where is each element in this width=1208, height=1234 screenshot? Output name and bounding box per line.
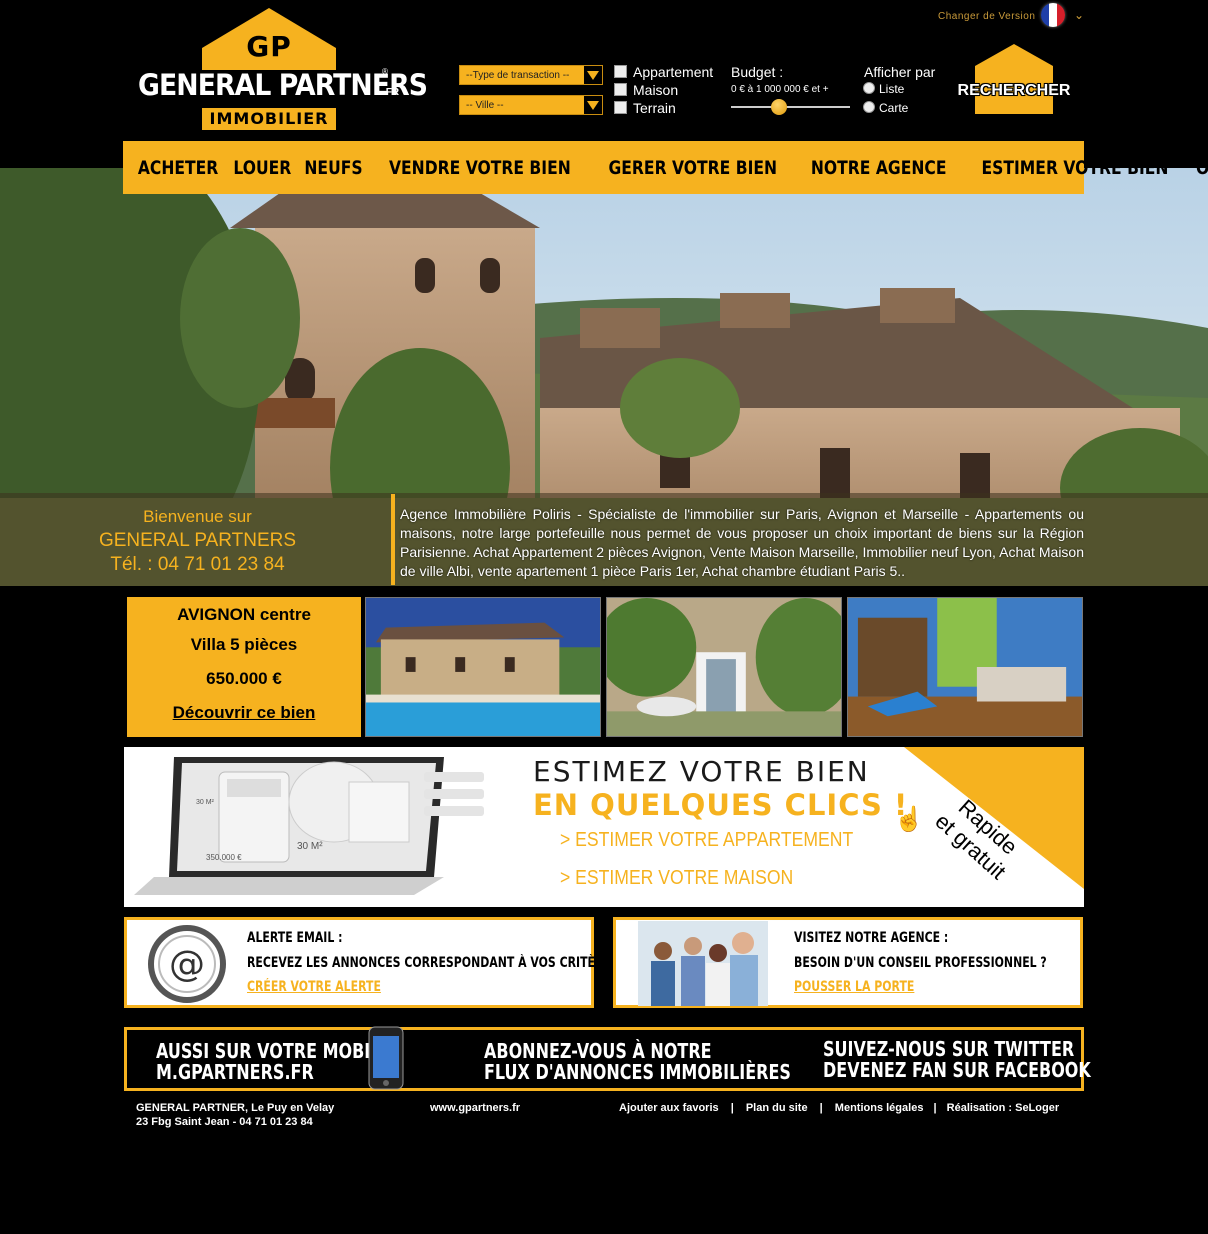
visit-agency-block[interactable]: VISITEZ NOTRE AGENCE : BESOIN D'UN CONSE… [613, 917, 1083, 1008]
radio-liste[interactable]: Liste [863, 82, 904, 96]
checkbox-terrain[interactable]: Terrain [614, 100, 676, 116]
logo-tld: .FR [383, 87, 400, 98]
featured-price: 650.000 € [206, 669, 282, 688]
alert-text: RECEVEZ LES ANNONCES CORRESPONDANT À VOS… [247, 955, 619, 971]
estimate-title: ESTIMEZ VOTRE BIEN [533, 755, 870, 788]
checkbox-maison[interactable]: Maison [614, 82, 678, 98]
transaction-select-value: --Type de transaction -- [466, 70, 570, 81]
create-alert-link[interactable]: CRÉER VOTRE ALERTE [247, 979, 381, 995]
radio-dot[interactable] [863, 101, 875, 113]
radio-carte[interactable]: Carte [863, 101, 908, 115]
footer-separator: | [933, 1102, 937, 1114]
city-select[interactable]: -- Ville -- [459, 95, 603, 115]
main-nav: ACHETER LOUER NEUFS VENDRE VOTRE BIEN GE… [123, 141, 1208, 194]
estimate-subtitle: EN QUELQUES CLICS ! [533, 788, 909, 822]
footer-address-2: 23 Fbg Saint Jean - 04 71 01 23 84 [136, 1116, 313, 1128]
property-photo-garden[interactable] [606, 597, 842, 737]
footer-link-mentions[interactable]: Mentions légales [835, 1102, 924, 1114]
screen-value: 30 M² [196, 799, 214, 806]
logo-initials: GP [246, 30, 292, 63]
checkbox-appartement[interactable]: Appartement [614, 64, 713, 80]
checkbox-label: Terrain [633, 100, 676, 116]
radio-label: Carte [879, 101, 909, 115]
radio-dot[interactable] [863, 82, 875, 94]
agency-text: BESOIN D'UN CONSEIL PROFESSIONNEL ? [794, 955, 1047, 971]
nav-item-outils[interactable]: OUTILS [1196, 157, 1208, 179]
featured-location: AVIGNON centre [177, 605, 311, 624]
rss-line-1[interactable]: ABONNEZ-VOUS À NOTRE [484, 1040, 712, 1062]
promo-bar: AUSSI SUR VOTRE MOBILE M.GPARTNERS.FR AB… [124, 1026, 1091, 1091]
logo-registered-mark: ® [382, 67, 388, 76]
footer-separator: | [819, 1102, 823, 1114]
hero-divider [391, 494, 395, 585]
footer-website-link[interactable]: www.gpartners.fr [430, 1102, 520, 1114]
agency-title: VISITEZ NOTRE AGENCE : [794, 930, 949, 946]
nav-item-agence[interactable]: NOTRE AGENCE [811, 157, 947, 179]
smartphone-icon [368, 1026, 404, 1090]
agency-team-photo [638, 921, 768, 1006]
checkbox-box[interactable] [614, 83, 627, 96]
pointer-hand-icon: ☝ [894, 806, 924, 833]
checkbox-box[interactable] [614, 65, 627, 78]
nav-item-estimer[interactable]: ESTIMER VOTRE BIEN [982, 157, 1169, 179]
estimate-apartment-link[interactable]: > ESTIMER VOTRE APPARTEMENT [560, 829, 853, 852]
screen-value: 350.000 € [206, 853, 242, 862]
search-button-roof[interactable] [975, 44, 1053, 80]
svg-text:@: @ [169, 944, 205, 985]
hero-description: Agence Immobilière Poliris - Spécialiste… [400, 506, 1084, 579]
estimate-house-link[interactable]: > ESTIMER VOTRE MAISON [560, 867, 793, 890]
budget-value: 0 € à 1 000 000 € et + [731, 84, 829, 95]
social-line-2[interactable]: DEVENEZ FAN SUR FACEBOOK [823, 1059, 1091, 1081]
search-button-label[interactable]: RECHERCHER [955, 82, 1073, 100]
nav-item-gerer[interactable]: GERER VOTRE BIEN [609, 157, 778, 179]
checkbox-box[interactable] [614, 101, 627, 114]
welcome-phone: Tél. : 04 71 01 23 84 [110, 554, 285, 575]
dropdown-arrow-icon [584, 96, 602, 114]
property-photo-pool[interactable] [365, 597, 601, 737]
radio-label: Liste [879, 82, 905, 96]
featured-type: Villa 5 pièces [190, 635, 298, 654]
mobile-line-1[interactable]: AUSSI SUR VOTRE MOBILE [156, 1040, 391, 1062]
footer-separator: | [730, 1102, 734, 1114]
chevron-down-icon[interactable]: ⌄ [1074, 8, 1084, 22]
display-by-label: Afficher par [864, 64, 936, 80]
nav-item-louer[interactable]: LOUER [233, 157, 291, 179]
budget-label: Budget : [731, 64, 784, 80]
nav-item-acheter[interactable]: ACHETER [138, 157, 218, 179]
budget-slider-track[interactable] [731, 106, 850, 108]
featured-property-card[interactable]: AVIGNON centre Villa 5 pièces 650.000 € … [127, 597, 361, 737]
estimate-banner[interactable]: 350.000 € 30 M² 30 M² ESTIMEZ VOTRE BIEN… [124, 747, 1084, 907]
dropdown-arrow-icon [584, 66, 602, 84]
featured-cta-link[interactable]: Découvrir ce bien [127, 703, 361, 723]
footer-links: Ajouter aux favoris | Plan du site | Men… [619, 1102, 1059, 1114]
checkbox-label: Maison [633, 82, 679, 98]
visit-agency-link[interactable]: POUSSER LA PORTE [794, 979, 914, 995]
screen-value: 30 M² [297, 841, 323, 852]
rss-line-2[interactable]: FLUX D'ANNONCES IMMOBILIÈRES [484, 1061, 791, 1083]
nav-item-vendre[interactable]: VENDRE VOTRE BIEN [389, 157, 571, 179]
mobile-line-2[interactable]: M.GPARTNERS.FR [156, 1061, 314, 1083]
budget-slider-handle[interactable] [771, 99, 787, 115]
nav-item-neufs[interactable]: NEUFS [304, 157, 362, 179]
footer-link-realisation[interactable]: Réalisation : SeLoger [947, 1102, 1059, 1114]
social-line-1[interactable]: SUIVEZ-NOUS SUR TWITTER [823, 1038, 1074, 1060]
alert-title: ALERTE EMAIL : [247, 930, 343, 946]
footer-link-plan[interactable]: Plan du site [746, 1102, 808, 1114]
email-alert-block[interactable]: @ ALERTE EMAIL : RECEVEZ LES ANNONCES CO… [124, 917, 619, 1008]
welcome-block: Bienvenue sur GENERAL PARTNERS Tél. : 04… [0, 505, 395, 577]
property-photo-livingroom[interactable] [847, 597, 1083, 737]
france-flag-icon[interactable] [1041, 3, 1065, 27]
transaction-type-select[interactable]: --Type de transaction -- [459, 65, 603, 85]
change-version-link[interactable]: Changer de Version [938, 11, 1035, 22]
checkbox-label: Appartement [633, 64, 714, 80]
footer-link-favoris[interactable]: Ajouter aux favoris [619, 1102, 719, 1114]
logo-subtitle: IMMOBILIER [202, 108, 336, 130]
city-select-value: -- Ville -- [466, 100, 504, 111]
welcome-text: Bienvenue sur [143, 507, 252, 526]
footer-address-1: GENERAL PARTNER, Le Puy en Velay [136, 1102, 335, 1114]
email-at-icon: @ [148, 925, 226, 1003]
welcome-brand: GENERAL PARTNERS [98, 530, 297, 551]
